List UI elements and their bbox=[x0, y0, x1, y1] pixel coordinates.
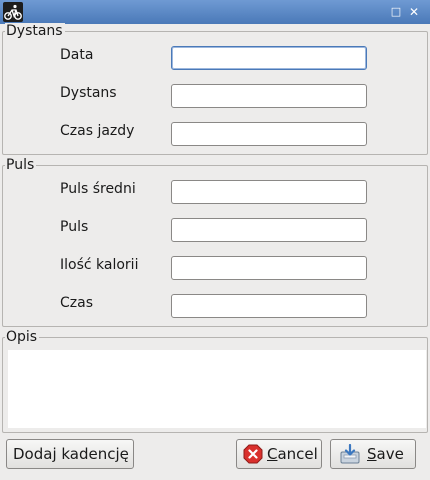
cancel-label-rest: ancel bbox=[277, 445, 318, 463]
cancel-icon bbox=[243, 444, 263, 464]
save-mnemonic: S bbox=[367, 445, 377, 463]
save-button[interactable]: Save bbox=[330, 439, 416, 469]
cancel-button[interactable]: Cancel bbox=[236, 439, 322, 469]
close-icon[interactable]: ✕ bbox=[407, 5, 421, 19]
save-label: Save bbox=[367, 440, 404, 468]
save-label-rest: ave bbox=[376, 445, 404, 463]
dystans-field[interactable] bbox=[171, 84, 367, 108]
add-cadence-label: Dodaj kadencję bbox=[13, 445, 129, 463]
dystans-label: Dystans bbox=[60, 85, 117, 101]
puls-label: Puls bbox=[60, 219, 89, 235]
maximize-icon[interactable]: □ bbox=[389, 5, 403, 19]
dystans-legend: Dystans bbox=[5, 23, 65, 39]
ilosc-kalorii-field[interactable] bbox=[171, 256, 367, 280]
puls-field[interactable] bbox=[171, 218, 367, 242]
save-icon bbox=[340, 444, 360, 464]
puls-legend: Puls bbox=[5, 157, 37, 173]
data-field[interactable] bbox=[171, 46, 367, 70]
title-bar[interactable]: □ ✕ bbox=[0, 0, 430, 24]
bicycle-icon bbox=[3, 2, 23, 22]
puls-sredni-label: Puls średni bbox=[60, 181, 136, 197]
opis-legend: Opis bbox=[5, 329, 40, 345]
data-label: Data bbox=[60, 47, 94, 63]
czas-jazdy-field[interactable] bbox=[171, 122, 367, 146]
add-cadence-button[interactable]: Dodaj kadencję bbox=[6, 439, 134, 469]
puls-sredni-field[interactable] bbox=[171, 180, 367, 204]
ilosc-kalorii-label: Ilość kalorii bbox=[60, 257, 139, 273]
czas-label: Czas bbox=[60, 295, 93, 311]
opis-textarea[interactable] bbox=[8, 350, 426, 428]
cancel-mnemonic: C bbox=[267, 445, 278, 463]
cancel-label: Cancel bbox=[267, 440, 318, 468]
czas-jazdy-label: Czas jazdy bbox=[60, 123, 135, 139]
czas-field[interactable] bbox=[171, 294, 367, 318]
